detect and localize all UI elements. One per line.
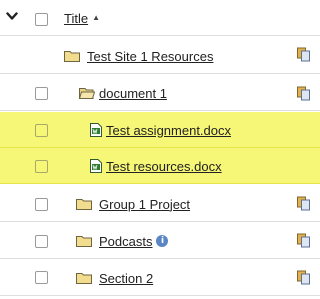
row-checkbox[interactable] bbox=[35, 235, 48, 248]
word-document-icon bbox=[90, 123, 102, 137]
file-link[interactable]: Test resources.docx bbox=[106, 159, 222, 174]
copy-icon[interactable] bbox=[296, 86, 311, 101]
folder-link[interactable]: document 1 bbox=[99, 86, 167, 101]
select-all-checkbox[interactable] bbox=[35, 13, 48, 26]
row-checkbox[interactable] bbox=[35, 160, 48, 173]
word-document-icon bbox=[90, 159, 102, 173]
table-header-row: Title ▲ bbox=[0, 0, 320, 36]
chevron-down-icon[interactable] bbox=[6, 11, 18, 21]
copy-icon[interactable] bbox=[296, 47, 311, 62]
row-checkbox[interactable] bbox=[35, 124, 48, 137]
row-checkbox[interactable] bbox=[35, 198, 48, 211]
row-title: document 1 bbox=[78, 83, 167, 103]
folder-link[interactable]: Podcasts bbox=[99, 234, 152, 249]
row-title: Section 2 bbox=[76, 268, 153, 288]
row-title: Test resources.docx bbox=[90, 156, 222, 176]
table-row-highlighted: Test assignment.docx bbox=[0, 112, 320, 148]
folder-icon bbox=[76, 198, 92, 210]
sort-ascending-icon: ▲ bbox=[92, 13, 100, 22]
folder-icon bbox=[76, 235, 92, 247]
table-row: Group 1 Project bbox=[0, 186, 320, 222]
file-link[interactable]: Test assignment.docx bbox=[106, 123, 231, 138]
row-title: Group 1 Project bbox=[76, 194, 190, 214]
title-sort-link[interactable]: Title bbox=[64, 11, 88, 26]
table-row: Section 2 bbox=[0, 260, 320, 296]
row-title: Test assignment.docx bbox=[90, 120, 231, 140]
row-title: Podcasts i bbox=[76, 231, 169, 251]
copy-icon[interactable] bbox=[296, 233, 311, 248]
open-folder-icon bbox=[78, 87, 96, 99]
row-checkbox[interactable] bbox=[35, 87, 48, 100]
folder-link[interactable]: Test Site 1 Resources bbox=[87, 49, 213, 64]
table-row: document 1 bbox=[0, 75, 320, 111]
info-icon[interactable]: i bbox=[156, 235, 169, 247]
table-row: Podcasts i bbox=[0, 223, 320, 259]
folder-link[interactable]: Group 1 Project bbox=[99, 197, 190, 212]
row-title: Test Site 1 Resources bbox=[64, 46, 213, 66]
table-row-highlighted: Test resources.docx bbox=[0, 148, 320, 184]
copy-icon[interactable] bbox=[296, 270, 311, 285]
folder-link[interactable]: Section 2 bbox=[99, 271, 153, 286]
folder-icon bbox=[64, 50, 80, 62]
copy-icon[interactable] bbox=[296, 196, 311, 211]
table-row: Test Site 1 Resources bbox=[0, 38, 320, 74]
row-checkbox[interactable] bbox=[35, 271, 48, 284]
folder-icon bbox=[76, 272, 92, 284]
title-column-header[interactable]: Title ▲ bbox=[64, 8, 100, 28]
